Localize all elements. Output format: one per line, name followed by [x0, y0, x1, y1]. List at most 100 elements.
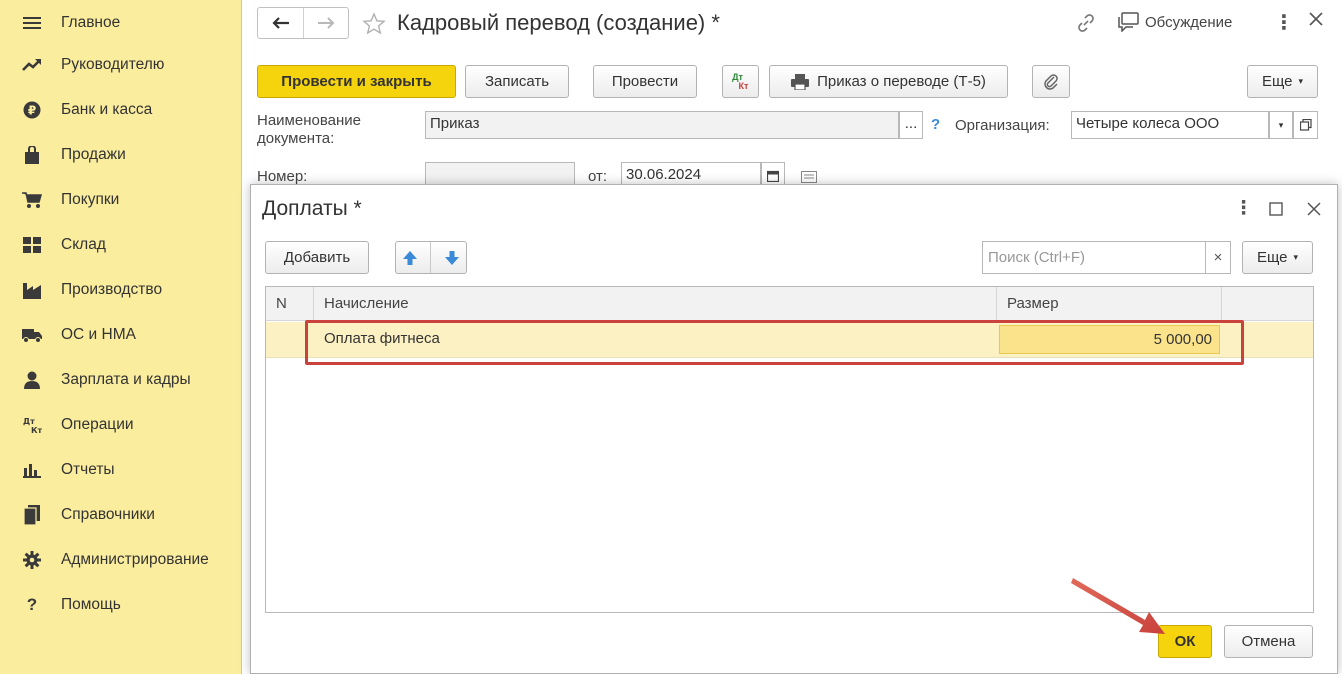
question-icon: ?: [26, 594, 38, 614]
sidebar-item-production[interactable]: Производство: [0, 267, 242, 312]
sidebar-item-label: Отчеты: [61, 460, 115, 478]
move-buttons: [395, 241, 467, 274]
sidebar-item-label: Покупки: [61, 190, 120, 208]
sidebar-item-references[interactable]: Справочники: [0, 492, 242, 537]
cell-amount[interactable]: 5 000,00: [999, 325, 1220, 354]
sidebar-item-operations[interactable]: Дт Кт Операции: [0, 402, 242, 447]
cell-accrual: Оплата фитнеса: [324, 330, 440, 347]
more-label: Еще: [1256, 249, 1288, 266]
warehouse-icon: [21, 235, 43, 255]
sidebar-item-bank[interactable]: ₽ Банк и касса: [0, 87, 242, 132]
sidebar-item-label: Администрирование: [61, 550, 209, 568]
chevron-down-icon: ▾: [1293, 252, 1299, 262]
org-open-button[interactable]: [1293, 111, 1318, 139]
menu-icon: [21, 13, 43, 33]
person-icon: [21, 370, 43, 390]
post-button[interactable]: Провести: [593, 65, 697, 98]
doc-name-select-button[interactable]: ...: [899, 111, 923, 139]
column-header-amount[interactable]: Размер: [997, 287, 1222, 321]
sidebar-item-label: Банк и касса: [61, 100, 153, 118]
svg-text:₽: ₽: [28, 103, 36, 117]
sidebar-item-manager[interactable]: Руководителю: [0, 42, 242, 87]
sidebar-item-sales[interactable]: Продажи: [0, 132, 242, 177]
org-dropdown-button[interactable]: ▾: [1269, 111, 1293, 139]
sidebar-item-admin[interactable]: Администрирование: [0, 537, 242, 582]
org-input[interactable]: Четыре колеса ООО: [1071, 111, 1269, 139]
dt-kt-button[interactable]: Дт Кт: [722, 65, 759, 98]
search-clear-button[interactable]: ×: [1205, 241, 1231, 274]
close-icon[interactable]: [1307, 10, 1325, 32]
discussion-button[interactable]: Обсуждение: [1117, 12, 1232, 32]
doc-name-label: Наименование документа:: [257, 112, 361, 147]
sidebar-item-label: Операции: [61, 415, 134, 433]
forward-button[interactable]: [304, 8, 348, 38]
add-button[interactable]: Добавить: [265, 241, 369, 274]
bar-chart-icon: [21, 460, 43, 480]
cart-icon: [21, 190, 43, 210]
red-arrow-annotation: [1071, 578, 1165, 634]
save-button[interactable]: Записать: [465, 65, 569, 98]
chevron-down-icon: ▾: [1278, 119, 1284, 130]
cell-n: [266, 322, 314, 357]
discussion-label: Обсуждение: [1145, 13, 1233, 31]
page-title: Кадровый перевод (создание) *: [397, 10, 720, 35]
more-vertical-icon[interactable]: ⋮: [1274, 10, 1294, 35]
dialog-more-vertical-icon[interactable]: ⋮: [1234, 197, 1253, 220]
more-button[interactable]: Еще ▾: [1247, 65, 1318, 98]
sidebar-item-assets[interactable]: ОС и НМА: [0, 312, 242, 357]
printer-icon: [791, 73, 810, 90]
sidebar-item-label: Справочники: [61, 505, 155, 523]
truck-icon: [21, 325, 43, 345]
search-input[interactable]: Поиск (Ctrl+F): [982, 241, 1206, 274]
print-order-button[interactable]: Приказ о переводе (Т-5): [769, 65, 1008, 98]
dt-kt-icon: Дт Кт: [732, 71, 749, 91]
doc-name-input[interactable]: Приказ: [425, 111, 899, 139]
sidebar-item-help[interactable]: ? Помощь: [0, 582, 242, 627]
dialog-title: Доплаты *: [262, 197, 362, 220]
link-icon[interactable]: [1075, 12, 1097, 38]
sidebar-item-label: ОС и НМА: [61, 325, 136, 343]
paperclip-icon: [1044, 73, 1058, 90]
ruble-icon: ₽: [21, 100, 43, 120]
column-header-accrual[interactable]: Начисление: [314, 287, 997, 321]
sidebar-item-reports[interactable]: Отчеты: [0, 447, 242, 492]
sidebar-item-salary[interactable]: Зарплата и кадры: [0, 357, 242, 402]
nav-buttons: [257, 7, 349, 39]
sidebar-item-label: Производство: [61, 280, 163, 298]
chevron-down-icon: ▾: [1298, 76, 1304, 86]
sidebar-item-label: Зарплата и кадры: [61, 370, 191, 388]
sidebar-item-label: Продажи: [61, 145, 126, 163]
books-icon: [21, 504, 43, 525]
org-label: Организация:: [955, 117, 1050, 134]
sidebar: Главное Руководителю ₽ Банк и касса Прод…: [0, 0, 242, 674]
cancel-button[interactable]: Отмена: [1224, 625, 1313, 658]
sidebar-item-label: Руководителю: [61, 55, 165, 73]
payments-table: N Начисление Размер Оплата фитнеса 5 000…: [265, 286, 1314, 613]
dialog-close-icon[interactable]: [1306, 201, 1322, 221]
sidebar-item-label: Склад: [61, 235, 106, 253]
sidebar-item-label: Помощь: [61, 595, 121, 613]
sidebar-item-label: Главное: [61, 13, 121, 31]
bag-icon: [21, 145, 43, 165]
open-window-icon: [1299, 119, 1312, 131]
gear-icon: [21, 550, 43, 570]
move-up-icon[interactable]: [402, 250, 418, 266]
print-order-label: Приказ о переводе (Т-5): [817, 73, 986, 90]
dt-kt-icon: Дт Кт: [21, 415, 43, 435]
factory-icon: [21, 280, 43, 300]
back-button[interactable]: [258, 8, 304, 38]
chat-icon: [1118, 12, 1139, 32]
sidebar-item-main[interactable]: Главное: [0, 0, 242, 45]
dialog-more-button[interactable]: Еще ▾: [1242, 241, 1313, 274]
column-header-empty: [1222, 287, 1313, 321]
help-icon[interactable]: ?: [931, 116, 940, 133]
favorite-star-icon[interactable]: [362, 12, 386, 40]
attach-button[interactable]: [1032, 65, 1070, 98]
post-and-close-button[interactable]: Провести и закрыть: [257, 65, 456, 98]
column-header-n[interactable]: N: [266, 287, 314, 321]
maximize-icon[interactable]: [1269, 202, 1283, 220]
sidebar-item-purchases[interactable]: Покупки: [0, 177, 242, 222]
table-row[interactable]: Оплата фитнеса 5 000,00: [266, 322, 1313, 358]
sidebar-item-warehouse[interactable]: Склад: [0, 222, 242, 267]
move-down-icon[interactable]: [444, 250, 460, 266]
